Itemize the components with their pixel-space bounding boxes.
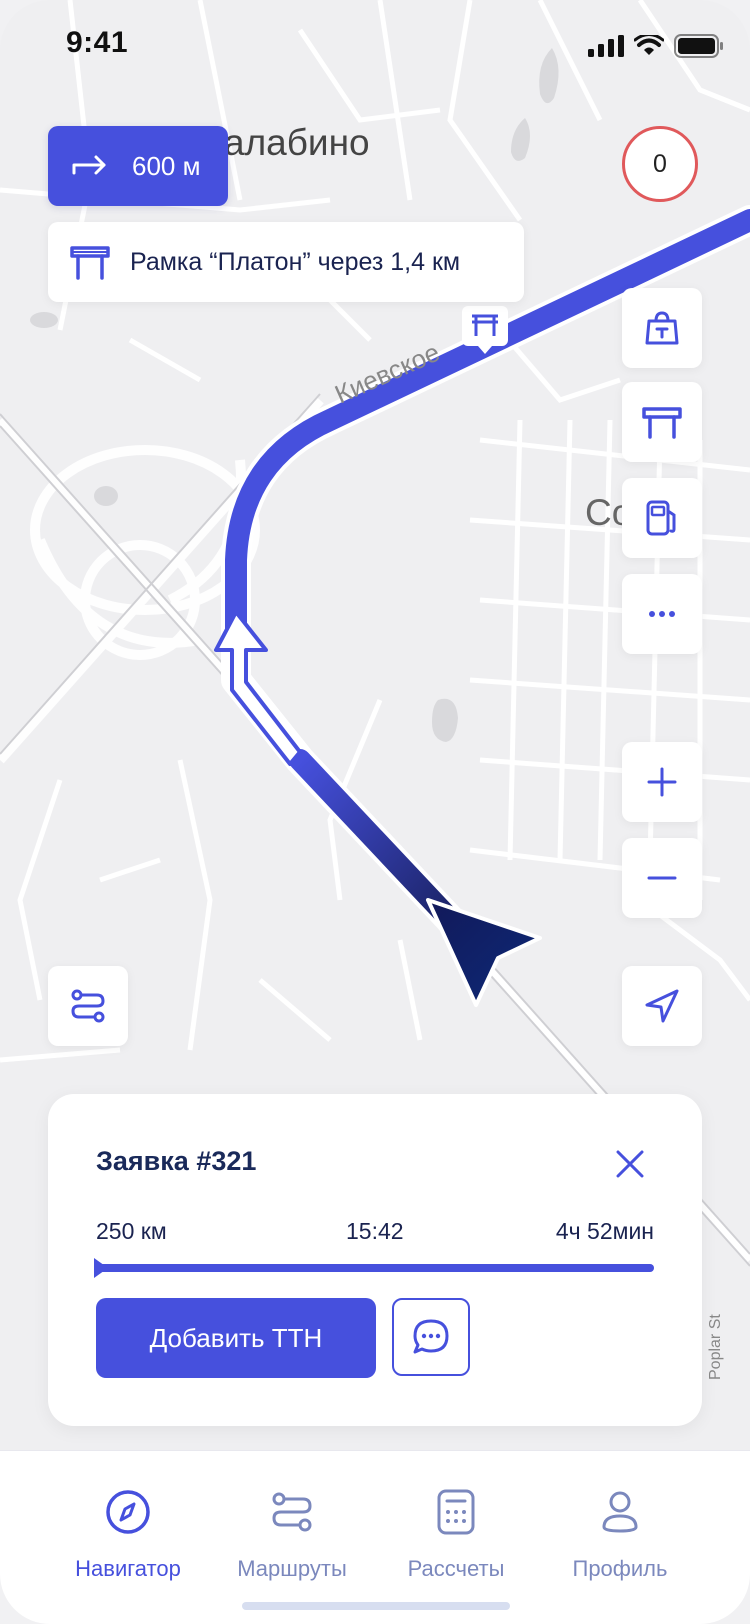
chat-button[interactable] bbox=[392, 1298, 470, 1376]
order-duration: 4ч 52мин bbox=[555, 1218, 654, 1244]
order-sheet: Заявка #321 250 км 15:42 4ч 52мин Добави… bbox=[48, 1094, 702, 1426]
order-distance: 250 км bbox=[96, 1218, 167, 1244]
route-progress-fill bbox=[96, 1264, 654, 1272]
route-icon bbox=[272, 1492, 312, 1532]
tab-calculations[interactable]: Рассчеты bbox=[371, 1487, 541, 1582]
wifi-icon bbox=[634, 35, 664, 55]
home-indicator[interactable] bbox=[242, 1602, 510, 1610]
svg-text:Poplar St: Poplar St bbox=[707, 1314, 724, 1380]
zoom-in-icon bbox=[647, 767, 677, 797]
progress-start-marker bbox=[94, 1258, 108, 1278]
add-ttn-button[interactable]: Добавить ТТН bbox=[96, 1298, 376, 1378]
toll-notice-text: Рамка “Платон” через 1,4 км bbox=[130, 247, 461, 276]
route-progress-bar bbox=[94, 1258, 654, 1278]
zoom-out-button[interactable] bbox=[622, 838, 702, 918]
battery-icon bbox=[674, 34, 723, 58]
tab-profile-label: Профиль bbox=[572, 1556, 668, 1581]
locate-icon bbox=[645, 989, 679, 1023]
tab-calculations-label: Рассчеты bbox=[407, 1556, 505, 1581]
tab-profile[interactable]: Профиль bbox=[535, 1487, 705, 1582]
close-icon[interactable] bbox=[614, 1148, 646, 1180]
turn-distance: 600 м bbox=[132, 150, 201, 181]
toll-gate-icon bbox=[642, 407, 682, 439]
toll-gate-button[interactable] bbox=[622, 382, 702, 462]
zoom-out-icon bbox=[647, 876, 677, 880]
bag-button[interactable] bbox=[622, 288, 702, 368]
zoom-in-button[interactable] bbox=[622, 742, 702, 822]
calculator-icon bbox=[437, 1489, 475, 1535]
route-icon bbox=[71, 989, 105, 1023]
fuel-station-button[interactable] bbox=[622, 478, 702, 558]
compass-icon bbox=[106, 1490, 150, 1534]
bag-icon bbox=[645, 311, 679, 345]
tab-navigator[interactable]: Навигатор bbox=[43, 1487, 213, 1582]
toll-gate-icon bbox=[70, 246, 110, 280]
tab-bar: Навигатор Маршруты Рассчеты Профиль bbox=[0, 1450, 750, 1624]
speed-counter[interactable]: 0 bbox=[622, 126, 698, 202]
tab-routes[interactable]: Маршруты bbox=[207, 1487, 377, 1582]
tab-navigator-label: Навигатор bbox=[75, 1556, 181, 1581]
routes-button[interactable] bbox=[48, 966, 128, 1046]
chat-icon bbox=[413, 1319, 449, 1354]
status-time: 9:41 bbox=[66, 26, 129, 59]
order-arrival-time: 15:42 bbox=[346, 1218, 404, 1244]
order-title: Заявка #321 bbox=[96, 1146, 257, 1176]
more-button[interactable] bbox=[622, 574, 702, 654]
signal-icon bbox=[588, 35, 624, 57]
profile-icon bbox=[602, 1491, 638, 1533]
fuel-station-icon bbox=[646, 500, 676, 536]
map-place-label: алабино bbox=[224, 122, 370, 163]
screen: Киевское Poplar St алабино Со но 9:41 bbox=[0, 0, 750, 1624]
status-bar: 9:41 bbox=[0, 0, 750, 90]
turn-right-arrow-icon bbox=[72, 155, 106, 175]
turn-instruction-card[interactable]: 600 м bbox=[48, 126, 228, 206]
more-icon bbox=[649, 611, 675, 617]
toll-notice-card[interactable]: Рамка “Платон” через 1,4 км bbox=[48, 222, 524, 302]
locate-button[interactable] bbox=[622, 966, 702, 1046]
tab-routes-label: Маршруты bbox=[237, 1556, 347, 1581]
